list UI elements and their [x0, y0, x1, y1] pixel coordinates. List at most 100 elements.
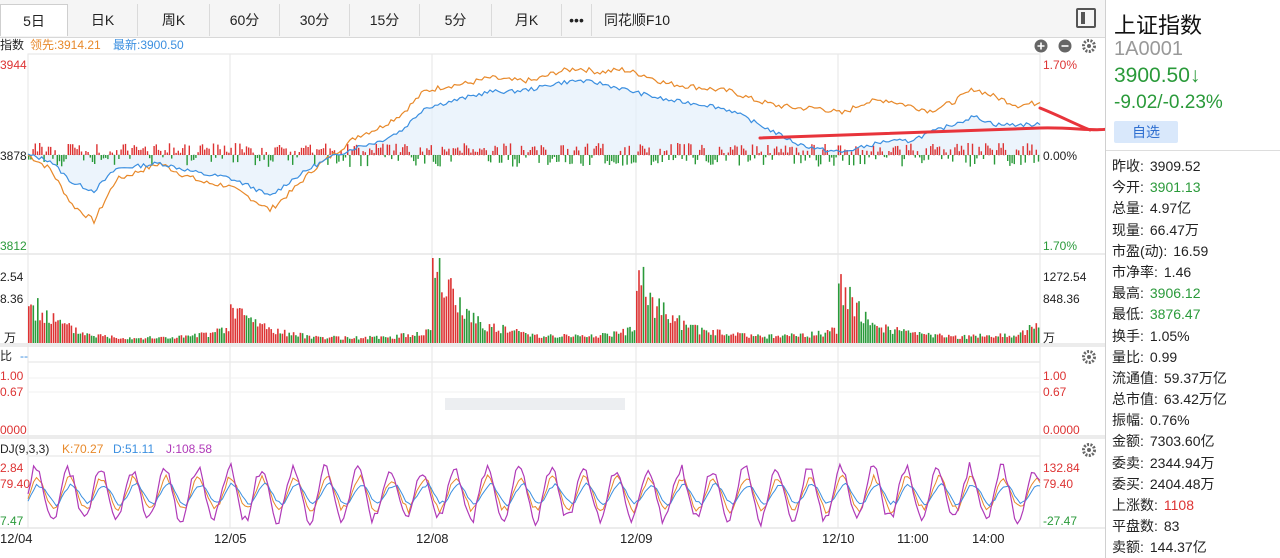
volume-bar: [743, 333, 746, 343]
volume-bar: [1010, 337, 1013, 343]
price-delta-bar: [745, 150, 747, 155]
volume-bar: [645, 296, 647, 343]
volume-bar: [552, 335, 554, 343]
tab-daily-k[interactable]: 日K: [68, 4, 138, 36]
price-delta-bar: [747, 155, 749, 162]
price-delta-bar: [580, 155, 582, 164]
volume-bar: [306, 335, 308, 343]
price-delta-bar: [199, 145, 201, 155]
price-delta-bar: [197, 152, 199, 155]
price-delta-bar: [166, 152, 168, 155]
volume-bar: [710, 334, 712, 343]
price-delta-bar: [908, 150, 910, 155]
quote-stat-row: 振幅: 0.76%: [1112, 410, 1280, 431]
volume-bar: [524, 333, 527, 343]
volume-bar: [977, 337, 979, 343]
volume-bar: [909, 332, 912, 343]
volume-bar: [1017, 334, 1020, 343]
price-delta-bar: [743, 148, 745, 155]
volume-bar: [667, 319, 669, 343]
tab-monthly-k[interactable]: 月K: [492, 4, 562, 36]
layout-toggle-icon[interactable]: [1076, 8, 1096, 28]
add-watchlist-button[interactable]: 自选: [1114, 121, 1178, 143]
price-delta-bar: [329, 148, 331, 155]
price-delta-bar: [872, 145, 875, 155]
kdj-settings-gear-icon[interactable]: [1082, 443, 1096, 457]
price-delta-bar: [635, 155, 637, 163]
volume-bar: [808, 337, 811, 343]
volume-bar: [420, 335, 423, 343]
price-delta-bar: [369, 148, 371, 155]
volume-bar: [972, 334, 975, 343]
volume-bar: [656, 306, 658, 343]
volume-bar: [997, 336, 999, 343]
ratio-right-tick-bottom: 0.0000: [1043, 423, 1080, 437]
price-delta-bar: [738, 155, 740, 166]
volume-bar: [475, 323, 477, 343]
price-delta-bar: [296, 155, 298, 158]
price-delta-bar: [813, 144, 815, 155]
tab-5min[interactable]: 5分: [420, 4, 492, 36]
price-delta-bar: [347, 144, 349, 155]
price-delta-bar: [171, 155, 173, 159]
volume-bar: [549, 334, 552, 343]
quote-stat-label: 委卖:: [1112, 454, 1144, 471]
price-delta-bar: [217, 144, 219, 155]
volume-bar: [611, 336, 613, 343]
volume-bar: [678, 315, 681, 343]
price-delta-bar: [762, 155, 765, 165]
volume-bar: [138, 338, 140, 343]
tab-15min[interactable]: 15分: [350, 4, 420, 36]
zoom-out-icon[interactable]: [1058, 39, 1072, 53]
volume-bar: [916, 334, 919, 343]
tab-5day[interactable]: 5日: [0, 4, 68, 36]
volume-bar: [793, 334, 795, 343]
price-delta-bar: [1013, 155, 1015, 165]
tab-30min[interactable]: 30分: [280, 4, 350, 36]
quote-stat-row: 市净率: 1.46: [1112, 262, 1280, 283]
volume-bars: [28, 258, 1040, 343]
price-delta-bar: [835, 155, 837, 158]
volume-bar: [786, 335, 788, 343]
tab-weekly-k[interactable]: 周K: [138, 4, 210, 36]
price-delta-bar: [377, 148, 380, 155]
volume-bar: [274, 334, 277, 343]
volume-bar: [714, 335, 717, 343]
price-delta-bar: [344, 155, 347, 158]
volume-bar: [520, 332, 522, 343]
tab-more[interactable]: •••: [562, 4, 592, 36]
price-delta-bar: [993, 155, 996, 165]
price-delta-bar: [219, 149, 221, 155]
price-delta-bar: [102, 155, 105, 159]
price-delta-bar: [822, 149, 824, 155]
price-delta-bar: [558, 155, 560, 162]
price-delta-bar: [617, 155, 619, 164]
price-delta-bar: [683, 144, 685, 155]
volume-bar: [248, 318, 250, 343]
volume-bar: [759, 335, 761, 343]
price-delta-bar: [124, 143, 127, 155]
price-settings-gear-icon[interactable]: [1082, 39, 1096, 53]
price-delta-bar: [560, 145, 562, 155]
price-delta-bar: [248, 147, 250, 155]
volume-bar: [120, 338, 122, 343]
price-delta-bar: [435, 155, 437, 164]
quote-stat-value: 7303.60亿: [1149, 433, 1215, 450]
volume-bar: [371, 336, 373, 343]
zoom-in-icon[interactable]: [1034, 39, 1048, 53]
tab-60min[interactable]: 60分: [210, 4, 280, 36]
price-delta-bar: [254, 155, 256, 166]
volume-bar: [432, 258, 434, 343]
price-delta-bar: [947, 155, 949, 159]
price-delta-bar: [527, 152, 529, 155]
tab-f10[interactable]: 同花顺F10: [592, 4, 682, 36]
price-delta-bar: [402, 147, 404, 155]
volume-bar: [142, 339, 145, 343]
price-delta-bar: [118, 155, 120, 159]
price-delta-bar: [593, 148, 595, 155]
price-pct-tick-bottom: 1.70%: [1043, 239, 1077, 253]
price-delta-bar: [1000, 147, 1002, 155]
ratio-settings-gear-icon[interactable]: [1082, 350, 1096, 364]
volume-bar: [252, 322, 254, 343]
price-delta-bar: [182, 148, 184, 155]
